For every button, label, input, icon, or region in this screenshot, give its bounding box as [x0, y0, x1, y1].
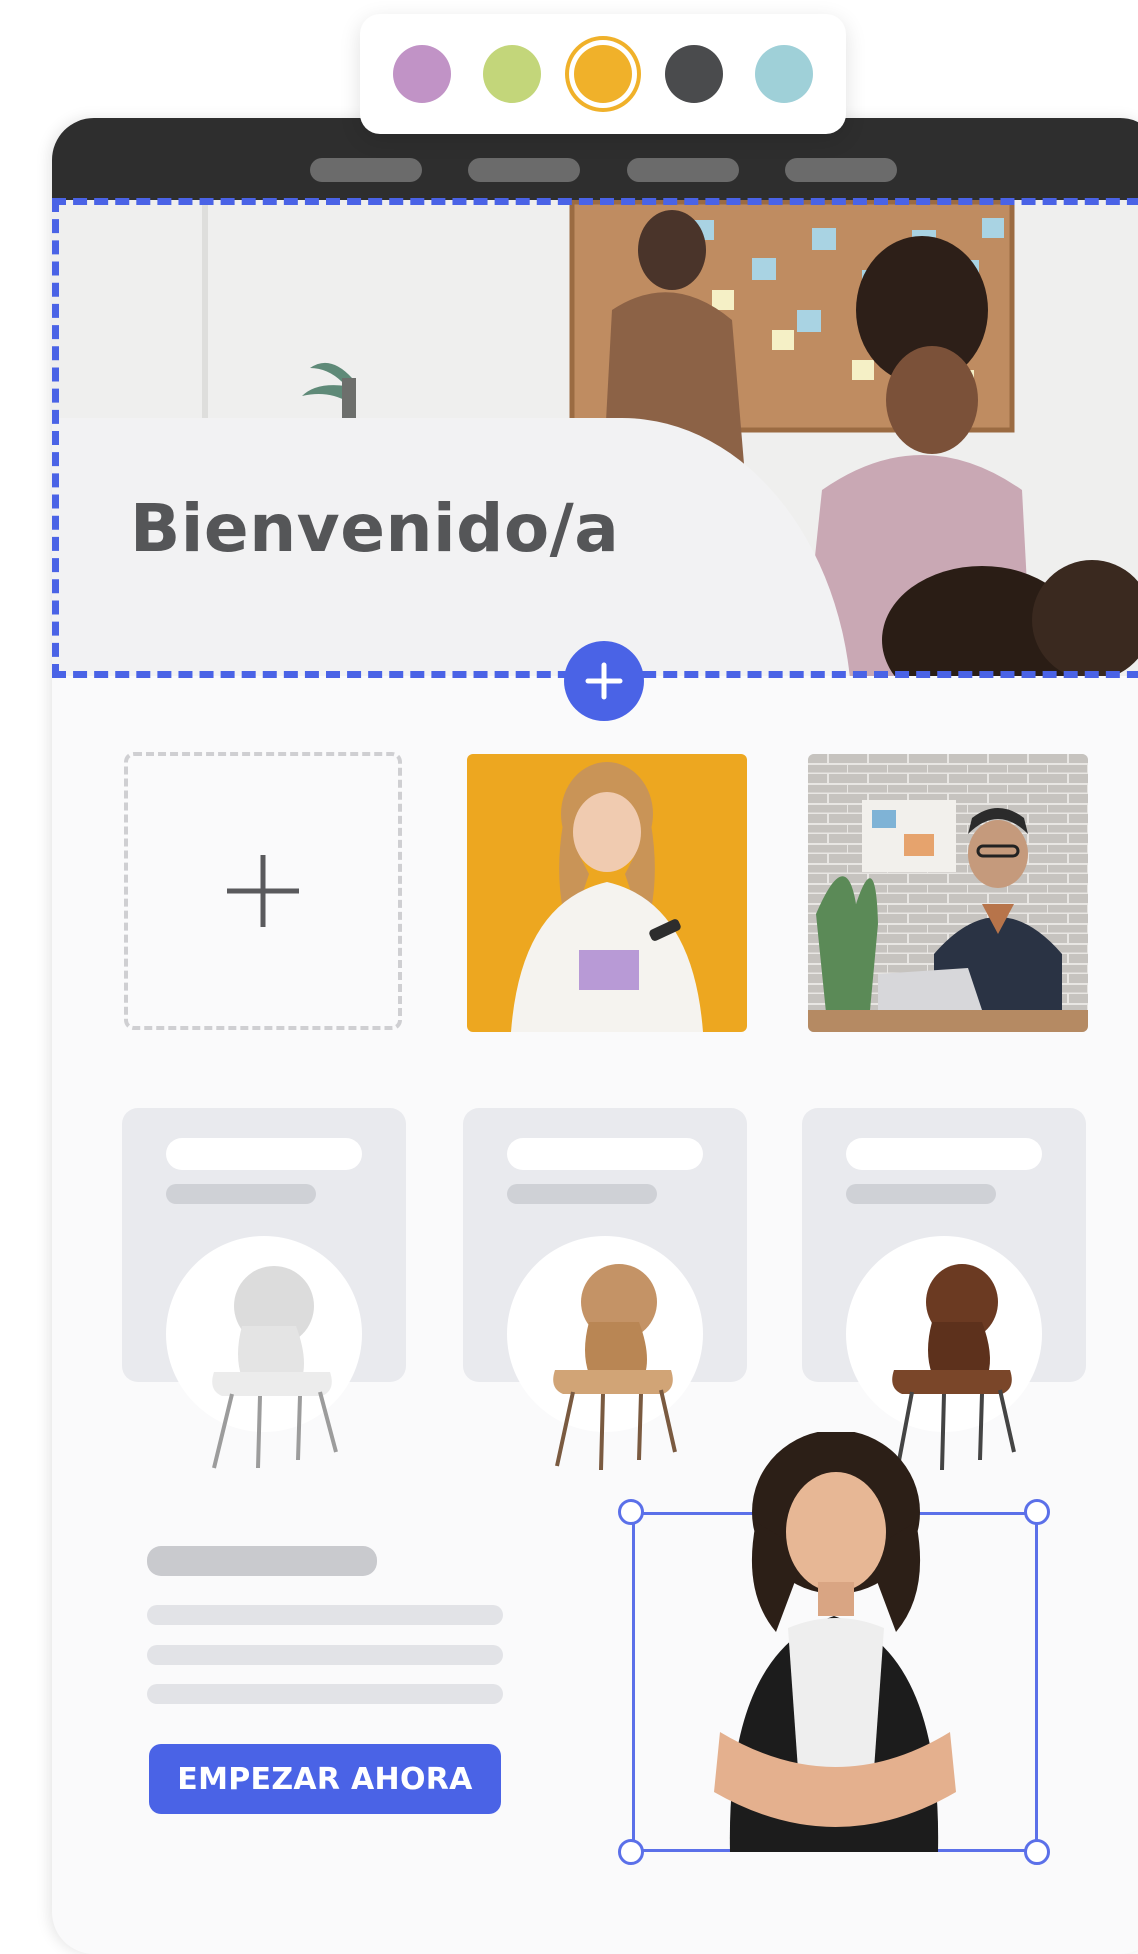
product-subtitle-placeholder — [846, 1184, 996, 1204]
plus-icon — [227, 855, 299, 927]
office-illustration — [808, 754, 1088, 1032]
add-image-tile[interactable] — [124, 752, 402, 1030]
add-section-button[interactable] — [564, 641, 644, 721]
swatch-charcoal[interactable] — [664, 45, 723, 103]
text-line-placeholder — [147, 1645, 503, 1665]
swatch-aqua[interactable] — [755, 45, 814, 103]
start-now-button[interactable]: EMPEZAR AHORA — [149, 1744, 501, 1814]
product-card-3[interactable] — [802, 1108, 1086, 1471]
plus-icon — [585, 662, 623, 700]
resize-handle-top-right[interactable] — [1024, 1499, 1050, 1525]
product-card-2[interactable] — [463, 1108, 747, 1471]
woman-with-phone-photo[interactable] — [467, 754, 747, 1032]
product-title-placeholder — [846, 1138, 1042, 1170]
resize-handle-bottom-left[interactable] — [618, 1839, 644, 1865]
product-subtitle-placeholder — [166, 1184, 316, 1204]
resize-handle-top-left[interactable] — [618, 1499, 644, 1525]
man-with-laptop-photo[interactable] — [808, 754, 1088, 1032]
resize-handle-bottom-right[interactable] — [1024, 1839, 1050, 1865]
nav-item-2[interactable] — [468, 158, 580, 182]
heading-placeholder — [147, 1546, 377, 1576]
white-chair-icon — [212, 1266, 338, 1469]
swatch-purple[interactable] — [392, 45, 451, 103]
nav-item-1[interactable] — [310, 158, 422, 182]
product-card-1[interactable] — [122, 1108, 406, 1469]
nav-item-4[interactable] — [785, 158, 897, 182]
section-selection-outline — [52, 198, 1138, 678]
wooden-chair-icon — [553, 1264, 677, 1471]
product-title-placeholder — [166, 1138, 362, 1170]
product-subtitle-placeholder — [507, 1184, 657, 1204]
text-line-placeholder — [147, 1605, 503, 1625]
product-title-placeholder — [507, 1138, 703, 1170]
color-palette — [360, 14, 846, 134]
woman-portrait-photo — [714, 1432, 956, 1852]
text-line-placeholder — [147, 1684, 503, 1704]
swatch-lime[interactable] — [483, 45, 542, 103]
woman-illustration — [511, 762, 703, 1032]
swatch-yellow-selected[interactable] — [573, 45, 632, 103]
nav-item-3[interactable] — [627, 158, 739, 182]
